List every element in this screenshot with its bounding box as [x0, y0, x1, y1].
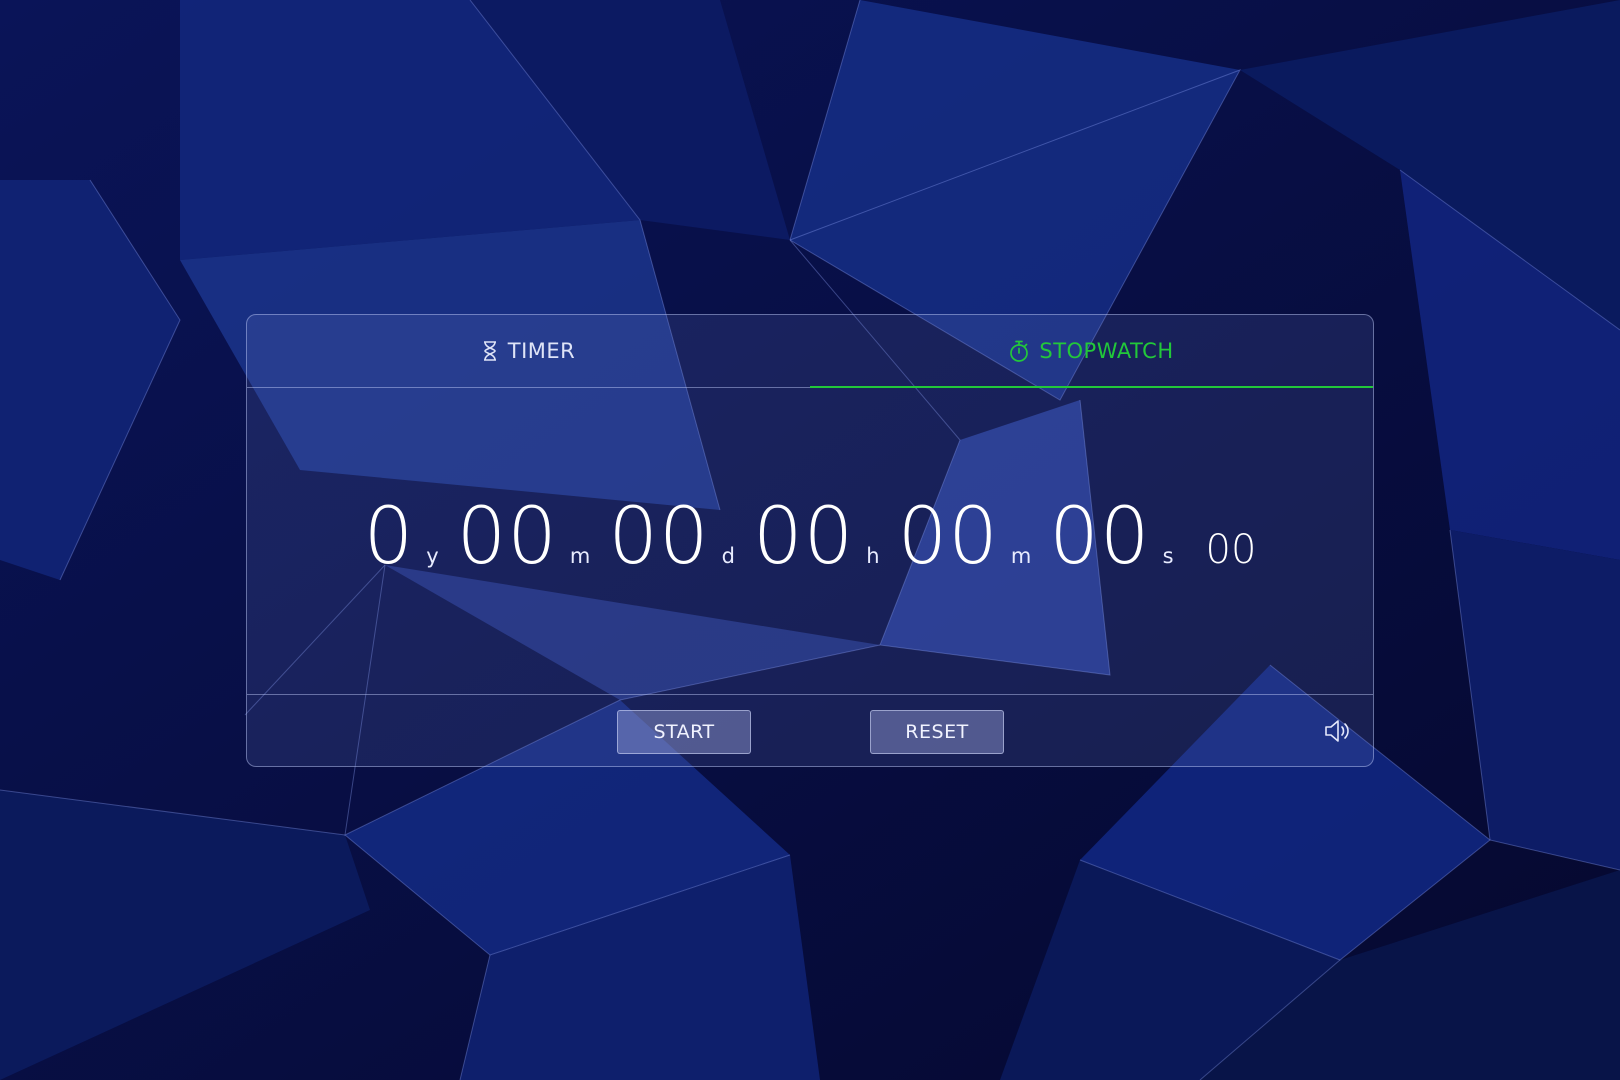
days-value: 00 — [608, 492, 710, 582]
tab-timer[interactable]: TIMER — [247, 315, 810, 387]
years-unit: y — [426, 544, 439, 568]
years-value: 0 — [363, 492, 415, 582]
stopwatch-panel: TIMER STOPWATCH 0 y 00 m 00 d 00 h 00 m … — [246, 314, 1374, 767]
minutes-value: 00 — [897, 492, 999, 582]
months-value: 00 — [456, 492, 558, 582]
stopwatch-icon — [1009, 340, 1029, 362]
minutes-unit: m — [1010, 544, 1032, 568]
tab-timer-label: TIMER — [507, 339, 576, 363]
mode-tabs: TIMER STOPWATCH — [247, 315, 1373, 388]
app-window: TIMER STOPWATCH 0 y 00 m 00 d 00 h 00 m … — [0, 0, 1620, 1080]
seconds-value: 00 — [1049, 492, 1151, 582]
months-unit: m — [569, 544, 591, 568]
controls-bar: START RESET — [247, 694, 1373, 767]
speaker-icon[interactable] — [1323, 717, 1353, 745]
time-display: 0 y 00 m 00 d 00 h 00 m 00 s 00 — [247, 388, 1373, 688]
seconds-unit: s — [1162, 544, 1174, 568]
start-button[interactable]: START — [617, 710, 751, 754]
tab-stopwatch-label: STOPWATCH — [1039, 338, 1174, 363]
reset-button[interactable]: RESET — [870, 710, 1004, 754]
tab-stopwatch[interactable]: STOPWATCH — [810, 315, 1373, 388]
hours-value: 00 — [752, 492, 855, 582]
hourglass-icon — [482, 341, 498, 361]
days-unit: d — [721, 544, 735, 568]
centiseconds-value: 00 — [1205, 527, 1257, 573]
hours-unit: h — [866, 544, 880, 568]
